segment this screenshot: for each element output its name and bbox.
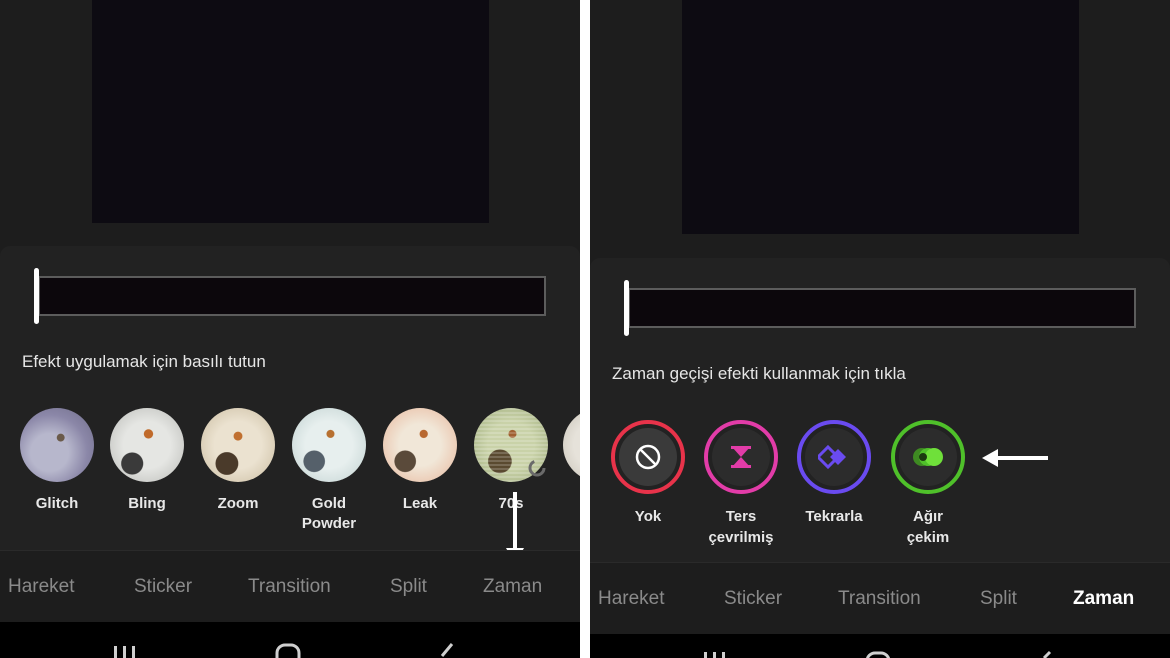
video-timeline[interactable]: [624, 280, 1136, 336]
effect-partial[interactable]: [555, 408, 580, 482]
time-effects-hint: Zaman geçişi efekti kullanmak için tıkla: [612, 364, 906, 383]
timeline-playhead[interactable]: [34, 268, 39, 324]
bottom-tab-bar: Hareket Sticker Transition Split Zaman: [590, 562, 1170, 634]
time-effect-label: Ağır çekim: [880, 506, 976, 548]
time-effect-label-line1: Ağır: [913, 508, 943, 525]
time-effect-yok[interactable]: Yok: [600, 420, 696, 527]
time-effects-list: Yok Ters çevrilmiş Tekrarla Ağır çekim: [590, 420, 1170, 550]
recent-apps-icon[interactable]: [702, 650, 728, 658]
time-effect-label-line1: Ters: [725, 508, 757, 525]
video-preview: [682, 0, 1079, 234]
effect-thumbnail: [292, 408, 366, 482]
tab-zaman[interactable]: Zaman: [483, 576, 542, 598]
right-screenshot: Zaman geçişi efekti kullanmak için tıkla…: [590, 0, 1170, 658]
tab-zaman[interactable]: Zaman: [1073, 588, 1134, 610]
system-navigation-bar: [0, 622, 580, 658]
effect-label: Gold Powder: [301, 495, 357, 532]
effect-gold-powder[interactable]: Gold Powder: [284, 408, 374, 534]
video-preview: [92, 0, 489, 223]
recent-apps-icon[interactable]: [112, 644, 138, 658]
hourglass-icon: [731, 446, 751, 468]
screenshot-divider: [580, 0, 590, 658]
tab-sticker[interactable]: Sticker: [724, 588, 782, 610]
home-icon[interactable]: [274, 642, 302, 658]
tab-split[interactable]: Split: [980, 588, 1017, 610]
effects-hint: Efekt uygulamak için basılı tutun: [22, 352, 266, 371]
effect-ring: [611, 420, 685, 494]
effect-thumbnail: [110, 408, 184, 482]
time-effect-label: Yok: [634, 508, 662, 525]
time-effect-label-line2: çekim: [906, 529, 950, 546]
tab-sticker[interactable]: Sticker: [134, 576, 192, 598]
time-effects-panel: Zaman geçişi efekti kullanmak için tıkla…: [590, 258, 1170, 562]
effect-label: Zoom: [217, 495, 259, 512]
effect-bling[interactable]: Bling: [102, 408, 192, 514]
effect-thumbnail: [383, 408, 457, 482]
effect-glitch[interactable]: Glitch: [12, 408, 102, 514]
no-entry-icon: [635, 444, 661, 470]
time-effect-agir-cekim[interactable]: Ağır çekim: [880, 420, 976, 548]
tab-split[interactable]: Split: [390, 576, 427, 598]
home-icon[interactable]: [864, 650, 892, 658]
system-navigation-bar: [590, 634, 1170, 658]
effect-ring: [797, 420, 871, 494]
effect-label: Leak: [402, 495, 438, 512]
effect-zoom[interactable]: Zoom: [193, 408, 283, 514]
left-screenshot: Efekt uygulamak için basılı tutun Glitch…: [0, 0, 580, 658]
repeat-diamond-icon: [818, 445, 846, 469]
effect-ring-inner: [899, 428, 957, 486]
left-arrow-annotation-icon: [982, 449, 1048, 467]
video-timeline[interactable]: [34, 268, 546, 324]
back-icon[interactable]: [436, 642, 458, 658]
loading-spinner-icon: [528, 459, 546, 477]
effect-ring-inner: [619, 428, 677, 486]
timeline-playhead[interactable]: [624, 280, 629, 336]
effect-label: Bling: [128, 495, 166, 512]
tab-transition[interactable]: Transition: [838, 588, 921, 610]
effects-list: Glitch Bling Zoom Gold Powder Leak 70s: [0, 408, 580, 538]
bottom-tab-bar: Hareket Sticker Transition Split Zaman: [0, 550, 580, 622]
effect-ring-inner: [805, 428, 863, 486]
tab-hareket[interactable]: Hareket: [8, 576, 75, 598]
time-effect-label: Tekrarla: [805, 508, 863, 525]
slow-motion-icon: [913, 448, 943, 466]
tab-hareket[interactable]: Hareket: [598, 588, 665, 610]
back-icon[interactable]: [1038, 650, 1054, 658]
effects-panel: Efekt uygulamak için basılı tutun Glitch…: [0, 246, 580, 550]
effect-ring: [704, 420, 778, 494]
time-effect-tekrarla[interactable]: Tekrarla: [786, 420, 882, 527]
effect-thumbnail: [563, 408, 580, 482]
time-effect-label-line2: çevrilmiş: [708, 529, 774, 546]
effect-thumbnail: [201, 408, 275, 482]
effect-label: Glitch: [35, 495, 79, 512]
time-effect-label: Ters çevrilmiş: [693, 506, 789, 548]
effect-ring: [891, 420, 965, 494]
tab-transition[interactable]: Transition: [248, 576, 331, 598]
effect-thumbnail: [20, 408, 94, 482]
effect-leak[interactable]: Leak: [375, 408, 465, 514]
time-effect-ters-cevrilmis[interactable]: Ters çevrilmiş: [693, 420, 789, 548]
effect-ring-inner: [712, 428, 770, 486]
